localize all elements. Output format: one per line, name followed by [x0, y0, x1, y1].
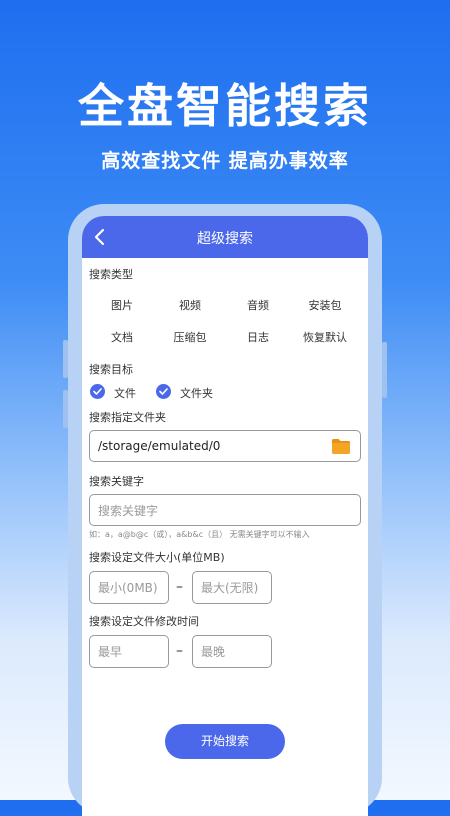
- type-option-archives[interactable]: 压缩包: [160, 329, 220, 345]
- search-target-label: 搜索目标: [89, 363, 133, 376]
- keyword-placeholder: 搜索关键字: [98, 503, 159, 518]
- check-icon: [159, 388, 168, 395]
- type-option-documents[interactable]: 文档: [92, 329, 152, 345]
- folder-icon[interactable]: [331, 438, 351, 455]
- keyword-hint: 如：a，a@b@c（或），a&b&c（且） 无需关键字可以不输入: [89, 530, 310, 539]
- type-option-images[interactable]: 图片: [92, 297, 152, 313]
- type-option-logs[interactable]: 日志: [228, 329, 288, 345]
- app-bar: 超级搜索: [82, 216, 368, 258]
- promo-headline: 全盘智能搜索: [78, 79, 372, 133]
- phone-side-button: [63, 340, 68, 378]
- max-size-input[interactable]: 最大(无限): [192, 571, 272, 604]
- phone-side-button: [382, 342, 387, 398]
- start-time-placeholder: 最早: [98, 645, 123, 659]
- type-option-audio[interactable]: 音频: [228, 297, 288, 313]
- phone-side-button: [63, 390, 68, 428]
- time-separator: –: [176, 643, 183, 659]
- time-label: 搜索设定文件修改时间: [89, 615, 199, 628]
- end-time-placeholder: 最晚: [201, 645, 226, 659]
- search-type-label: 搜索类型: [89, 268, 133, 281]
- start-search-button[interactable]: 开始搜索: [165, 724, 285, 759]
- folder-checkbox-label: 文件夹: [180, 387, 213, 400]
- keyword-label: 搜索关键字: [89, 475, 144, 488]
- app-screen: 超级搜索 搜索类型 图片 视频 音频 安装包 文档 压缩包 日志 恢复默认 搜索…: [82, 216, 368, 816]
- keyword-input[interactable]: 搜索关键字: [89, 494, 361, 526]
- type-option-apk[interactable]: 安装包: [295, 297, 355, 313]
- folder-path-value: /storage/emulated/0: [98, 439, 221, 453]
- page-title: 超级搜索: [197, 231, 253, 247]
- end-time-input[interactable]: 最晚: [192, 635, 272, 668]
- folder-label: 搜索指定文件夹: [89, 411, 166, 424]
- min-size-placeholder: 最小(0MB): [98, 581, 158, 595]
- size-label: 搜索设定文件大小(单位MB): [89, 551, 225, 564]
- min-size-input[interactable]: 最小(0MB): [89, 571, 169, 604]
- file-checkbox-label: 文件: [114, 387, 136, 400]
- start-time-input[interactable]: 最早: [89, 635, 169, 668]
- type-option-videos[interactable]: 视频: [160, 297, 220, 313]
- folder-path-field[interactable]: /storage/emulated/0: [89, 430, 361, 462]
- check-icon: [93, 388, 102, 395]
- promo-subline: 高效查找文件 提高办事效率: [101, 150, 349, 172]
- folder-checkbox[interactable]: [156, 384, 171, 399]
- size-separator: –: [176, 579, 183, 595]
- max-size-placeholder: 最大(无限): [201, 581, 259, 595]
- file-checkbox[interactable]: [90, 384, 105, 399]
- reset-default-button[interactable]: 恢复默认: [295, 329, 355, 345]
